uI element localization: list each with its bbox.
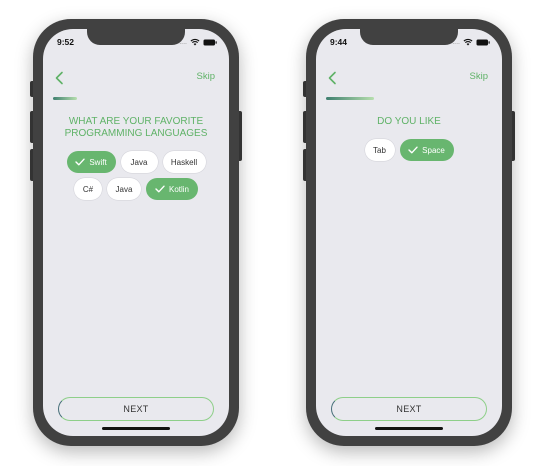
chip-label: Space [422,145,445,155]
chip-tab[interactable]: Tab [364,139,395,161]
back-chevron-icon[interactable] [52,70,68,86]
chip-label: Tab [373,145,386,155]
signal-dots-icon: .... [179,38,187,46]
progress-bar [53,97,77,100]
chip-haskell[interactable]: Haskell [162,151,206,173]
battery-icon [203,39,217,45]
status-time: 9:44 [330,37,348,47]
skip-button[interactable]: Skip [470,71,488,82]
power-button [239,111,242,161]
progress-bar [326,97,374,100]
screen-left: 9:52 .... Skip WHAT ARE YOUR FAVORITE PR… [43,29,229,436]
mute-switch [30,81,33,97]
power-button [512,111,515,161]
phone-frame-right: 9:44 .... Skip DO YOU LIKE Tab Space NEX… [303,19,515,446]
chip-label: Java [115,184,133,194]
status-time: 9:52 [57,37,75,47]
chip-swift[interactable]: Swift [66,151,116,173]
volume-up-button [30,111,33,143]
back-chevron-icon[interactable] [325,70,341,86]
chip-space[interactable]: Space [399,139,454,161]
mute-switch [303,81,306,97]
signal-dots-icon: .... [452,38,460,46]
question-title: DO YOU LIKE [377,116,441,127]
phone-frame-left: 9:52 .... Skip WHAT ARE YOUR FAVORITE PR… [30,19,242,446]
chip-label: C# [82,184,94,194]
chip-label: Kotlin [168,184,189,194]
status-icons: .... [452,37,490,47]
volume-down-button [303,149,306,181]
chip-java[interactable]: Java [120,151,158,173]
battery-icon [476,39,490,45]
notch [360,29,458,45]
checkmark-icon [75,158,86,166]
skip-button[interactable]: Skip [197,71,215,82]
chip-label: Java [130,157,148,167]
chip-row-1: Swift Java Haskell [43,151,229,173]
wifi-icon [190,38,200,46]
next-button[interactable]: NEXT [331,397,487,421]
chip-label: Haskell [170,157,198,167]
chip-csharp[interactable]: C# [74,178,102,200]
volume-up-button [303,111,306,143]
screen-right: 9:44 .... Skip DO YOU LIKE Tab Space NEX… [316,29,502,436]
chip-row-1: Tab Space [316,139,502,161]
chip-row-2: C# Java Kotlin [43,178,229,200]
checkmark-icon [408,146,418,154]
chip-java-2[interactable]: Java [107,178,141,200]
notch [87,29,185,45]
home-indicator [375,427,443,430]
chip-label: Swift [89,157,107,167]
status-icons: .... [179,37,217,47]
volume-down-button [30,149,33,181]
home-indicator [102,427,170,430]
question-title-line-2: PROGRAMMING LANGUAGES [64,128,208,139]
checkmark-icon [155,185,165,193]
question-title-line-1: WHAT ARE YOUR FAVORITE [68,116,204,127]
chip-kotlin[interactable]: Kotlin [146,178,198,200]
next-button[interactable]: NEXT [58,397,214,421]
wifi-icon [463,38,473,46]
